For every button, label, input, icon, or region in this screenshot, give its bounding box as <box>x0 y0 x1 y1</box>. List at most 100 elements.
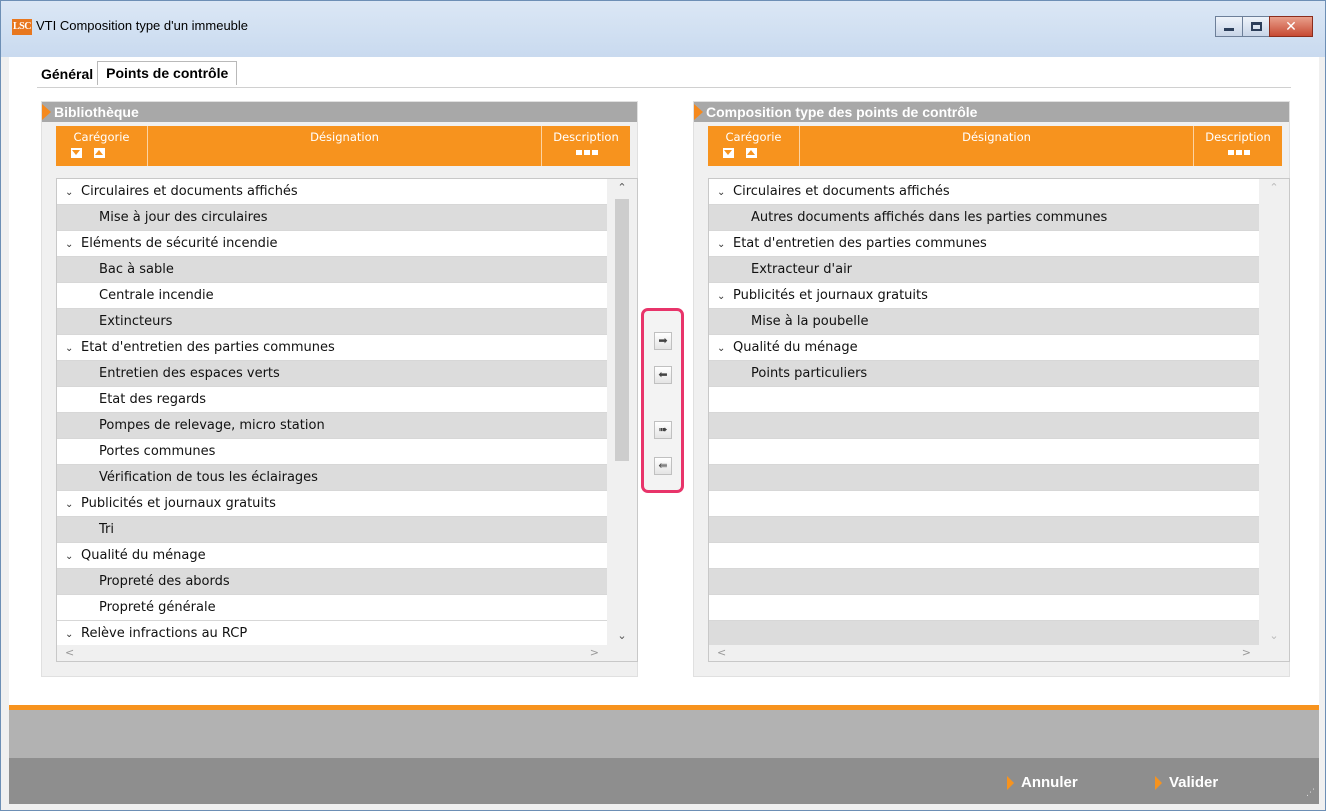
maximize-button[interactable] <box>1242 16 1270 37</box>
list-item[interactable]: Points particuliers <box>709 361 1259 387</box>
item-label: Propreté générale <box>99 600 216 615</box>
list-item[interactable]: Tri <box>57 517 607 543</box>
designation-column-header[interactable]: Désignation <box>148 126 542 166</box>
empty-row <box>709 465 1259 491</box>
group-row[interactable]: ⌄ Circulaires et documents affichés <box>709 179 1259 205</box>
chevron-down-icon[interactable]: ⌄ <box>65 336 77 362</box>
chevron-down-icon[interactable]: ⌄ <box>65 544 77 570</box>
category-column-header[interactable]: Carégorie <box>708 126 800 166</box>
description-column-header[interactable]: Description <box>542 126 630 166</box>
chevron-down-icon[interactable]: ⌄ <box>65 232 77 258</box>
list-item[interactable]: Extincteurs <box>57 309 607 335</box>
scroll-left-icon[interactable]: < <box>65 646 74 659</box>
group-row[interactable]: ⌄ Relève infractions au RCP <box>57 621 607 647</box>
list-item[interactable]: Etat des regards <box>57 387 607 413</box>
empty-row <box>709 621 1259 647</box>
group-row[interactable]: ⌄ Etat d'entretien des parties communes <box>57 335 607 361</box>
group-row[interactable]: ⌄ Qualité du ménage <box>709 335 1259 361</box>
chevron-down-icon[interactable]: ⌄ <box>717 336 729 362</box>
list-item[interactable]: Entretien des espaces verts <box>57 361 607 387</box>
scroll-up-icon[interactable]: ⌃ <box>607 179 637 197</box>
maximize-icon <box>1250 22 1262 31</box>
library-scroll-thumb[interactable] <box>615 199 629 461</box>
list-item[interactable]: Autres documents affichés dans les parti… <box>709 205 1259 231</box>
group-row[interactable]: ⌄ Qualité du ménage <box>57 543 607 569</box>
item-label: Autres documents affichés dans les parti… <box>751 210 1108 225</box>
library-vertical-scrollbar[interactable]: ⌃ ⌄ <box>607 179 637 645</box>
composition-vertical-scrollbar[interactable]: ⌃ ⌄ <box>1259 179 1289 645</box>
category-column-header[interactable]: Carégorie <box>56 126 148 166</box>
tab-points-de-controle[interactable]: Points de contrôle <box>97 61 238 85</box>
arrow-right-icon: ➡ <box>658 334 668 347</box>
footer-panel <box>9 710 1319 758</box>
sort-ascending-icon[interactable] <box>746 148 757 158</box>
empty-row <box>709 439 1259 465</box>
chevron-down-icon[interactable]: ⌄ <box>717 284 729 310</box>
list-item[interactable]: Portes communes <box>57 439 607 465</box>
library-rows: ⌄ Circulaires et documents affichés Mise à… <box>57 179 607 647</box>
chevron-down-icon[interactable]: ⌄ <box>65 180 77 206</box>
move-left-button[interactable]: ⬅ <box>654 366 672 384</box>
item-label: Mise à la poubelle <box>751 314 869 329</box>
cancel-button[interactable]: Annuler <box>1007 774 1078 791</box>
list-item[interactable]: Mise à la poubelle <box>709 309 1259 335</box>
footer-action-bar: Annuler Valider ⋰ <box>9 758 1319 804</box>
list-item[interactable]: Centrale incendie <box>57 283 607 309</box>
title-bar[interactable]: LSC VTI Composition type d'un immeuble ✕ <box>1 1 1325 57</box>
item-label: Etat des regards <box>99 392 207 407</box>
group-label: Qualité du ménage <box>733 340 858 355</box>
group-row[interactable]: ⌄ Publicités et journaux gratuits <box>709 283 1259 309</box>
list-item[interactable]: Propreté des abords <box>57 569 607 595</box>
sort-descending-icon[interactable] <box>71 148 82 158</box>
close-button[interactable]: ✕ <box>1269 16 1313 37</box>
designation-column-header[interactable]: Désignation <box>800 126 1194 166</box>
library-horizontal-scrollbar[interactable]: < > <box>57 645 637 661</box>
minimize-button[interactable] <box>1215 16 1243 37</box>
description-column-header[interactable]: Description <box>1194 126 1282 166</box>
empty-row <box>709 595 1259 621</box>
item-label: Portes communes <box>99 444 216 459</box>
tab-general[interactable]: Général <box>37 62 97 85</box>
more-options-icon[interactable] <box>1228 150 1250 155</box>
designation-column-label: Désignation <box>962 130 1031 144</box>
sort-descending-icon[interactable] <box>723 148 734 158</box>
list-item[interactable]: Propreté générale <box>57 595 607 621</box>
library-grid: ⌄ Circulaires et documents affichés Mise à… <box>56 178 638 662</box>
group-row[interactable]: ⌄ Eléments de sécurité incendie <box>57 231 607 257</box>
app-logo-icon: LSC <box>12 19 32 35</box>
group-row[interactable]: ⌄ Etat d'entretien des parties communes <box>709 231 1259 257</box>
more-options-icon[interactable] <box>576 150 598 155</box>
scroll-right-icon[interactable]: > <box>590 646 599 659</box>
composition-panel: Composition type des points de contrôle … <box>693 101 1290 677</box>
group-row[interactable]: ⌄ Circulaires et documents affichés <box>57 179 607 205</box>
sort-ascending-icon[interactable] <box>94 148 105 158</box>
chevron-down-icon[interactable]: ⌄ <box>65 492 77 518</box>
group-label: Eléments de sécurité incendie <box>81 236 278 251</box>
tab-divider <box>37 87 1291 88</box>
group-row[interactable]: ⌄ Publicités et journaux gratuits <box>57 491 607 517</box>
scroll-left-icon[interactable]: < <box>717 646 726 659</box>
main-content: Général Points de contrôle Bibliothèque … <box>9 57 1319 804</box>
list-item[interactable]: Mise à jour des circulaires <box>57 205 607 231</box>
list-item[interactable]: Pompes de relevage, micro station <box>57 413 607 439</box>
move-right-button[interactable]: ➡ <box>654 332 672 350</box>
scroll-up-icon[interactable]: ⌃ <box>1259 179 1289 197</box>
scroll-down-icon[interactable]: ⌄ <box>1259 627 1289 645</box>
composition-horizontal-scrollbar[interactable]: < > <box>709 645 1289 661</box>
group-label: Qualité du ménage <box>81 548 206 563</box>
list-item[interactable]: Extracteur d'air <box>709 257 1259 283</box>
composition-column-header: Carégorie Désignation Description <box>708 126 1282 166</box>
scroll-right-icon[interactable]: > <box>1242 646 1251 659</box>
chevron-down-icon[interactable]: ⌄ <box>717 232 729 258</box>
move-all-right-button[interactable]: ➠ <box>654 421 672 439</box>
composition-panel-title: Composition type des points de contrôle <box>694 102 1289 122</box>
scroll-down-icon[interactable]: ⌄ <box>607 627 637 645</box>
list-item[interactable]: Bac à sable <box>57 257 607 283</box>
chevron-down-icon[interactable]: ⌄ <box>717 180 729 206</box>
move-all-left-button[interactable]: ⇚ <box>654 457 672 475</box>
validate-button[interactable]: Valider <box>1155 774 1218 791</box>
list-item[interactable]: Vérification de tous les éclairages <box>57 465 607 491</box>
resize-grip-icon[interactable]: ⋰ <box>1301 786 1315 800</box>
minimize-icon <box>1224 28 1234 31</box>
window-controls: ✕ <box>1215 16 1313 37</box>
